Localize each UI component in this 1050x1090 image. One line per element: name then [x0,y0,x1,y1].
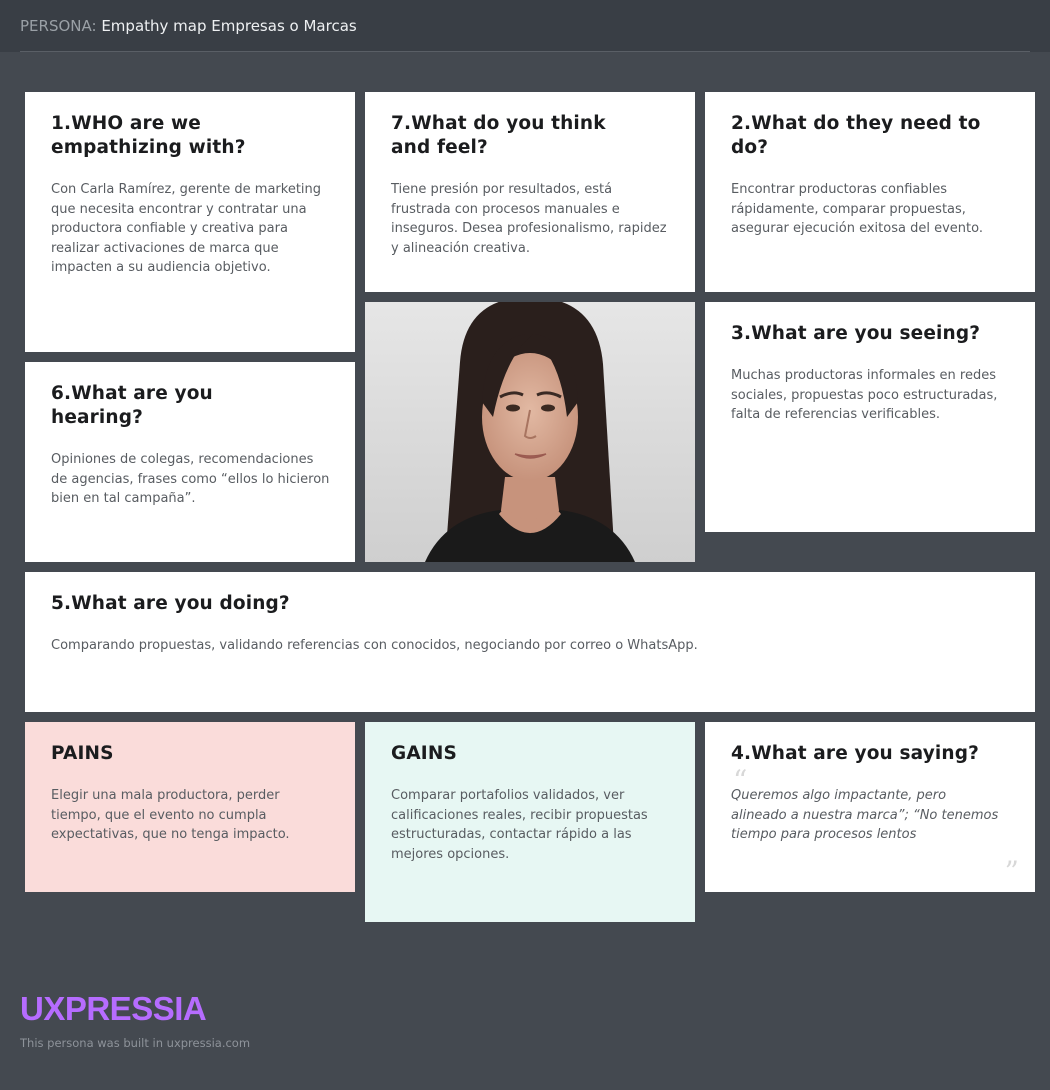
card-seeing[interactable]: 3.What are you seeing? Muchas productora… [705,302,1035,532]
card-who[interactable]: 1.WHO are we empathizing with? Con Carla… [25,92,355,352]
persona-photo [365,302,695,562]
card-hearing[interactable]: 6.What are you hearing? Opiniones de col… [25,362,355,562]
card-seeing-title: 3.What are you seeing? [731,323,981,344]
page-title: PERSONA: Empathy map Empresas o Marcas [20,17,357,35]
card-hearing-text: Opiniones de colegas, recomendaciones de… [51,452,330,506]
card-gains-title: GAINS [391,743,457,764]
card-pains[interactable]: PAINS Elegir una mala productora, perder… [25,722,355,892]
footer-note: This persona was built in uxpressia.com [20,1036,251,1050]
card-gains[interactable]: GAINS Comparar portafolios validados, ve… [365,722,695,922]
card-pains-title: PAINS [51,743,114,764]
card-gains-text: Comparar portafolios validados, ver cali… [391,788,648,862]
card-need-text: Encontrar productoras confiables rápidam… [731,182,983,236]
card-doing-text: Comparando propuestas, validando referen… [51,638,698,653]
card-think-text: Tiene presión por resultados, está frust… [391,182,667,256]
card-saying-title: 4.What are you saying? [731,743,979,764]
card-seeing-text: Muchas productoras informales en redes s… [731,368,998,422]
uxpressia-logo[interactable]: UXPRESSIA [20,992,250,1025]
card-hearing-title: 6.What are you hearing? [51,383,213,428]
card-saying[interactable]: 4.What are you saying? “ Queremos algo i… [705,722,1035,892]
card-doing[interactable]: 5.What are you doing? Comparando propues… [25,572,1035,712]
footer: UXPRESSIA This persona was built in uxpr… [20,992,251,1050]
card-need-title: 2.What do they need to do? [731,113,981,158]
card-need[interactable]: 2.What do they need to do? Encontrar pro… [705,92,1035,292]
persona-portrait-icon [365,302,695,562]
card-saying-quote: Queremos algo impactante, pero alineado … [731,788,999,842]
card-think[interactable]: 7.What do you think and feel? Tiene pres… [365,92,695,292]
title-prefix: PERSONA: [20,17,97,35]
quote-close-icon: ” [1004,855,1019,888]
card-who-text: Con Carla Ramírez, gerente de marketing … [51,182,322,275]
quote-open-icon: “ [733,764,748,797]
header-inner: PERSONA: Empathy map Empresas o Marcas [20,0,1030,52]
card-who-title: 1.WHO are we empathizing with? [51,113,246,158]
card-doing-title: 5.What are you doing? [51,593,290,614]
header-bar: PERSONA: Empathy map Empresas o Marcas [0,0,1050,52]
card-pains-text: Elegir una mala productora, perder tiemp… [51,788,290,842]
title-text: Empathy map Empresas o Marcas [101,17,357,35]
card-think-title: 7.What do you think and feel? [391,113,606,158]
